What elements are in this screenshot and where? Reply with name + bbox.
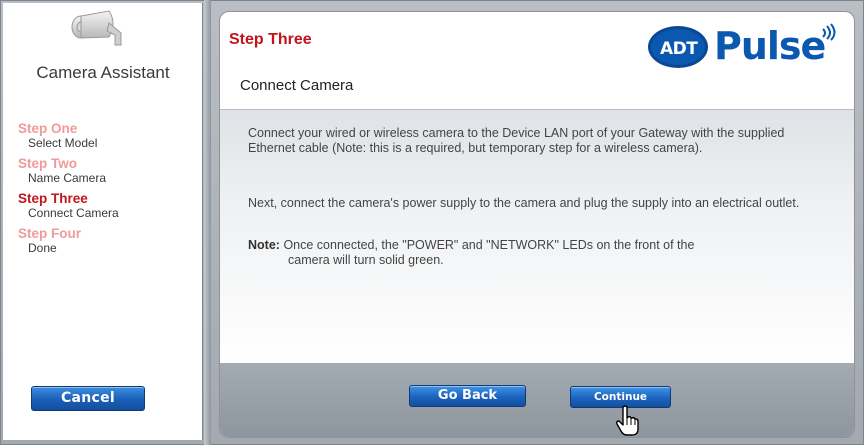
step-one-label: Step One xyxy=(18,121,78,136)
button-bar: Go Back Continue xyxy=(220,363,854,437)
section-title: Connect Camera xyxy=(240,77,354,94)
note-text: Once connected, the "POWER" and "NETWORK… xyxy=(283,238,695,252)
sidebar-title: Camera Assistant xyxy=(36,63,170,82)
instructions-area: Connect your wired or wireless camera to… xyxy=(220,109,854,363)
step-two-label: Step Two xyxy=(18,156,77,171)
note-block: Note: Once connected, the "POWER" and "N… xyxy=(248,238,828,268)
step-four-desc: Done xyxy=(28,241,57,255)
step-title: Step Three xyxy=(229,31,312,48)
sidebar: Camera Assistant Step One Select Model S… xyxy=(3,3,203,440)
instruction-paragraph: Connect your wired or wireless camera to… xyxy=(248,126,785,155)
note-text-continued: camera will turn solid green. xyxy=(288,253,444,267)
step-three-label: Step Three xyxy=(18,191,88,206)
main-panel: Step Three ADT Pulse Connect Camera Conn… xyxy=(219,11,855,438)
step-three-desc: Connect Camera xyxy=(28,206,119,220)
instruction-paragraph: Next, connect the camera's power supply … xyxy=(248,196,800,210)
pane-divider xyxy=(204,0,211,445)
pulse-waves-icon xyxy=(822,23,836,41)
note-label: Note: xyxy=(248,238,280,252)
step-four-label: Step Four xyxy=(18,226,81,241)
step-two-desc: Name Camera xyxy=(28,171,107,185)
go-back-button[interactable]: Go Back xyxy=(409,385,526,407)
cancel-button[interactable]: Cancel xyxy=(31,386,145,411)
hand-pointer-cursor-icon xyxy=(616,405,639,436)
pulse-wordmark: Pulse xyxy=(714,24,826,68)
step-one-desc: Select Model xyxy=(28,136,98,150)
adt-badge-text: ADT xyxy=(660,39,698,59)
security-camera-icon xyxy=(71,10,122,46)
step-list: Step One Select Model Step Two Name Came… xyxy=(18,121,119,261)
adt-badge: ADT xyxy=(648,26,708,68)
